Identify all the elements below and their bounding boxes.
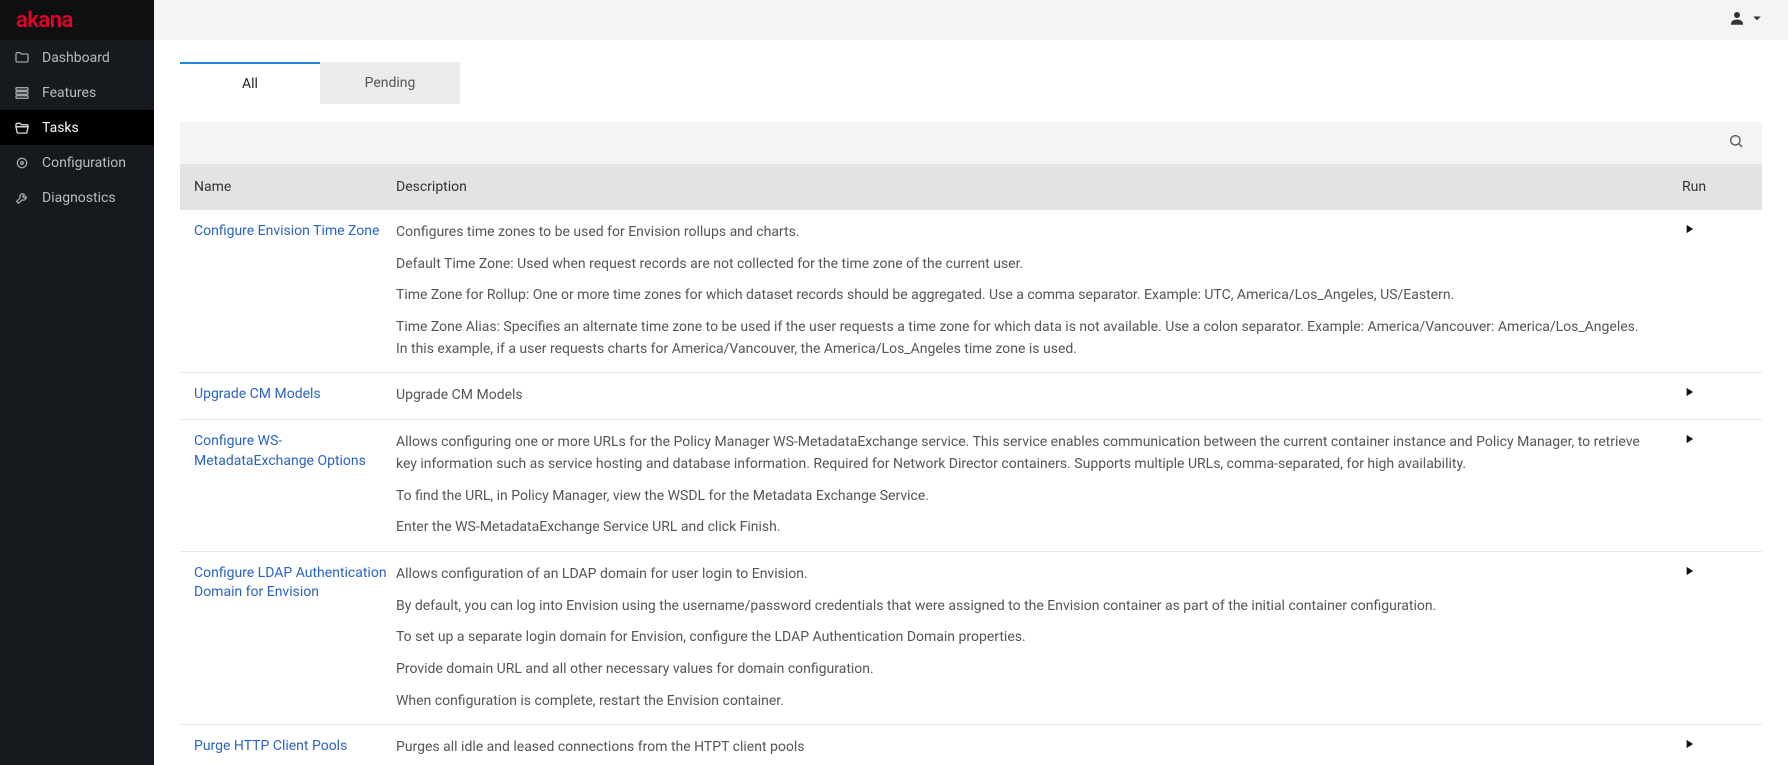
- task-link[interactable]: Configure LDAP Authentication Domain for…: [194, 565, 387, 601]
- task-description-text: Configures time zones to be used for Env…: [396, 222, 1642, 244]
- task-description-text: Enter the WS-MetadataExchange Service UR…: [396, 517, 1642, 539]
- task-description-text: To find the URL, in Policy Manager, view…: [396, 486, 1642, 508]
- tab-pending[interactable]: Pending: [320, 62, 460, 104]
- sidebar-item-label: Features: [42, 85, 96, 101]
- user-icon: [1728, 9, 1746, 31]
- task-name-cell: Configure LDAP Authentication Domain for…: [194, 564, 396, 712]
- table-body[interactable]: Configure Envision Time Zone Configures t…: [180, 210, 1762, 765]
- task-description-cell: Upgrade CM Models: [396, 385, 1682, 407]
- sidebar: akana Dashboard Features Tasks Configura: [0, 0, 154, 765]
- run-button[interactable]: [1682, 385, 1696, 403]
- play-icon: [1682, 564, 1696, 582]
- task-link[interactable]: Configure Envision Time Zone: [194, 223, 379, 239]
- run-button[interactable]: [1682, 737, 1696, 755]
- task-description-cell: Allows configuring one or more URLs for …: [396, 432, 1682, 539]
- task-name-cell: Purge HTTP Client Pools: [194, 737, 396, 759]
- sidebar-item-configuration[interactable]: Configuration: [0, 145, 154, 180]
- task-run-cell: [1682, 564, 1742, 712]
- run-button[interactable]: [1682, 432, 1696, 450]
- folder-open-icon: [14, 120, 30, 136]
- task-link[interactable]: Upgrade CM Models: [194, 386, 321, 402]
- task-description-text: Allows configuration of an LDAP domain f…: [396, 564, 1642, 586]
- tasks-table: Name Description Run Configure Envision …: [180, 122, 1762, 765]
- task-description-cell: Purges all idle and leased connections f…: [396, 737, 1682, 759]
- task-link[interactable]: Purge HTTP Client Pools: [194, 738, 347, 754]
- task-name-cell: Configure Envision Time Zone: [194, 222, 396, 360]
- task-description-cell: Configures time zones to be used for Env…: [396, 222, 1682, 360]
- task-description-cell: Allows configuration of an LDAP domain f…: [396, 564, 1682, 712]
- sidebar-item-features[interactable]: Features: [0, 75, 154, 110]
- sidebar-item-label: Dashboard: [42, 50, 110, 66]
- logo: akana: [0, 0, 154, 40]
- list-icon: [14, 85, 30, 101]
- task-description-text: Time Zone for Rollup: One or more time z…: [396, 285, 1642, 307]
- main-area: All Pending Name Description Run Conf: [154, 0, 1788, 765]
- tabs: All Pending: [180, 62, 1762, 104]
- play-icon: [1682, 432, 1696, 450]
- table-header-row: Name Description Run: [180, 164, 1762, 210]
- task-description-text: Purges all idle and leased connections f…: [396, 737, 1642, 759]
- column-header-name: Name: [194, 179, 396, 195]
- task-run-cell: [1682, 737, 1742, 759]
- content: All Pending Name Description Run Conf: [154, 40, 1788, 765]
- folder-icon: [14, 50, 30, 66]
- task-description-text: By default, you can log into Envision us…: [396, 596, 1642, 618]
- task-description-text: Allows configuring one or more URLs for …: [396, 432, 1642, 475]
- task-run-cell: [1682, 222, 1742, 360]
- sidebar-item-dashboard[interactable]: Dashboard: [0, 40, 154, 75]
- tab-label: Pending: [365, 75, 416, 91]
- table-row: Purge HTTP Client Pools Purges all idle a…: [180, 725, 1762, 765]
- sidebar-item-label: Diagnostics: [42, 190, 116, 206]
- play-icon: [1682, 385, 1696, 403]
- table-row: Configure LDAP Authentication Domain for…: [180, 552, 1762, 725]
- gear-icon: [14, 155, 30, 171]
- tab-label: All: [242, 76, 258, 92]
- column-header-description: Description: [396, 179, 1682, 195]
- task-name-cell: Configure WS-MetadataExchange Options: [194, 432, 396, 539]
- play-icon: [1682, 737, 1696, 755]
- table-row: Configure WS-MetadataExchange Options All…: [180, 420, 1762, 552]
- sidebar-item-tasks[interactable]: Tasks: [0, 110, 154, 145]
- user-menu-button[interactable]: [1728, 9, 1766, 31]
- task-description-text: Default Time Zone: Used when request rec…: [396, 254, 1642, 276]
- run-button[interactable]: [1682, 222, 1696, 240]
- task-description-text: To set up a separate login domain for En…: [396, 627, 1642, 649]
- chevron-down-icon: [1748, 9, 1766, 31]
- topbar: [154, 0, 1788, 40]
- sidebar-item-label: Tasks: [42, 120, 79, 136]
- column-header-run: Run: [1682, 179, 1742, 195]
- wrench-icon: [14, 190, 30, 206]
- run-button[interactable]: [1682, 564, 1696, 582]
- task-description-text: Upgrade CM Models: [396, 385, 1642, 407]
- task-description-text: Provide domain URL and all other necessa…: [396, 659, 1642, 681]
- task-description-text: Time Zone Alias: Specifies an alternate …: [396, 317, 1642, 360]
- sidebar-item-label: Configuration: [42, 155, 126, 171]
- table-row: Configure Envision Time Zone Configures t…: [180, 210, 1762, 373]
- task-description-text: When configuration is complete, restart …: [396, 691, 1642, 713]
- sidebar-item-diagnostics[interactable]: Diagnostics: [0, 180, 154, 215]
- task-link[interactable]: Configure WS-MetadataExchange Options: [194, 433, 366, 469]
- brand-text: akana: [16, 8, 73, 33]
- task-run-cell: [1682, 432, 1742, 539]
- table-toolbar: [180, 122, 1762, 164]
- play-icon: [1682, 222, 1696, 240]
- task-run-cell: [1682, 385, 1742, 407]
- task-name-cell: Upgrade CM Models: [194, 385, 396, 407]
- search-icon[interactable]: [1728, 133, 1744, 153]
- table-row: Upgrade CM Models Upgrade CM Models: [180, 373, 1762, 420]
- tab-all[interactable]: All: [180, 62, 320, 104]
